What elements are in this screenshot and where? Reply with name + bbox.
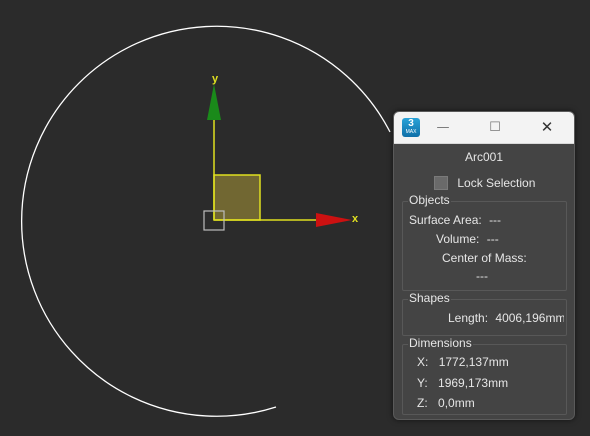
minimize-button[interactable]: — (420, 112, 466, 143)
objects-group: Objects Surface Area: --- Volume: --- Ce… (402, 193, 567, 291)
object-name: Arc001 (464, 150, 504, 164)
lock-selection-checkbox[interactable] (434, 175, 448, 190)
3dsmax-logo-icon: 3 MAX (402, 118, 420, 137)
dim-y-row: Y: 1969,173mm (417, 376, 508, 390)
dim-y-value: 1969,173mm (438, 376, 509, 390)
center-of-mass-value: --- (476, 269, 488, 283)
close-button[interactable]: ✕ (524, 112, 570, 143)
y-axis-arrow[interactable] (207, 84, 221, 120)
dim-y-label: Y: (417, 376, 428, 390)
x-axis-label: x (352, 213, 359, 225)
maximize-button[interactable]: ☐ (472, 112, 518, 143)
y-axis-label: y (212, 73, 219, 85)
dimensions-group-title: Dimensions (408, 336, 473, 350)
length-label: Length: (448, 311, 489, 325)
shapes-group-title: Shapes (408, 291, 451, 305)
volume-label: Volume: (436, 232, 480, 246)
dim-x-value: 1772,137mm (438, 355, 509, 369)
objects-group-title: Objects (408, 193, 451, 207)
surface-area-label: Surface Area: (409, 213, 482, 227)
xy-plane-handle[interactable] (213, 174, 261, 221)
surface-area-value: --- (489, 213, 502, 227)
volume-value: --- (486, 232, 499, 246)
x-axis-arrow[interactable] (316, 213, 352, 227)
length-value: 4006,196mm (495, 311, 564, 325)
dialog-titlebar[interactable]: 3 MAX — ☐ ✕ (394, 112, 574, 144)
surface-area-row: Surface Area: --- (409, 213, 501, 227)
dim-z-value: 0,0mm (438, 396, 475, 410)
dim-x-row: X: 1772,137mm (417, 355, 509, 369)
lock-selection-label[interactable]: Lock Selection (457, 176, 535, 190)
dim-x-label: X: (417, 355, 429, 369)
dim-z-label: Z: (417, 396, 428, 410)
measure-dialog: 3 MAX — ☐ ✕ Arc001 Lock Selection Object… (393, 111, 575, 420)
dim-z-row: Z: 0,0mm (417, 396, 475, 410)
move-gizmo[interactable]: y x (203, 73, 359, 231)
center-of-mass-label: Center of Mass: (442, 251, 527, 265)
lock-selection-row[interactable]: Lock Selection (434, 175, 535, 191)
volume-row: Volume: --- (436, 232, 499, 246)
length-row: Length: 4006,196mm (448, 311, 564, 325)
shapes-group: Shapes Length: 4006,196mm (402, 291, 567, 336)
dimensions-group: Dimensions X: 1772,137mm Y: 1969,173mm Z… (402, 336, 567, 415)
